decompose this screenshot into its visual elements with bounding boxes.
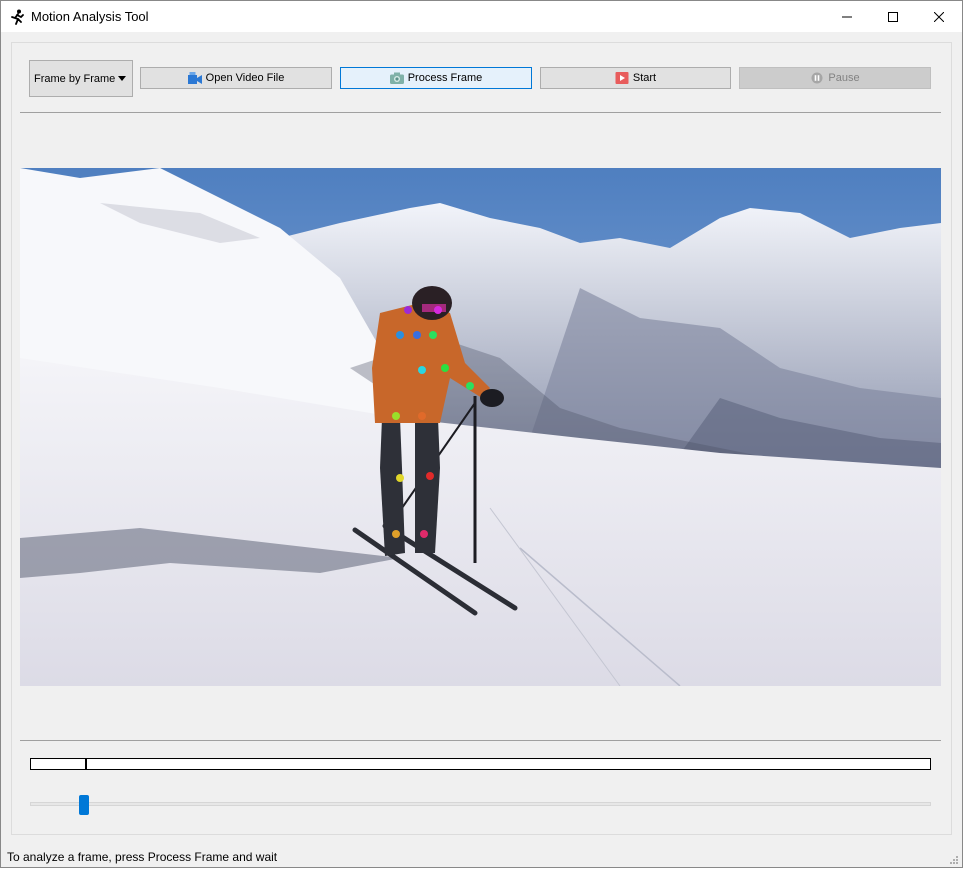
video-frame-image xyxy=(20,168,941,686)
window-title: Motion Analysis Tool xyxy=(31,9,149,24)
video-frame xyxy=(20,168,941,686)
process-frame-button[interactable]: Process Frame xyxy=(340,67,532,89)
maximize-button[interactable] xyxy=(870,1,916,32)
status-bar-text: To analyze a frame, press Process Frame … xyxy=(7,850,278,864)
open-video-button[interactable]: Open Video File xyxy=(140,67,332,89)
mode-select-value: Frame by Frame xyxy=(34,72,116,85)
chevron-down-icon xyxy=(118,76,126,81)
process-frame-label: Process Frame xyxy=(407,72,483,84)
play-icon xyxy=(615,72,629,84)
minimize-button[interactable] xyxy=(824,1,870,32)
frame-slider-thumb[interactable] xyxy=(79,795,90,815)
start-label: Start xyxy=(632,72,657,84)
camera-icon xyxy=(389,72,404,84)
title-bar[interactable]: Motion Analysis Tool xyxy=(1,1,962,32)
close-button[interactable] xyxy=(916,1,962,32)
minimize-icon xyxy=(842,16,852,17)
frame-slider-track[interactable] xyxy=(30,802,931,806)
open-video-label: Open Video File xyxy=(205,72,285,84)
toolbar-divider xyxy=(20,112,941,113)
resize-grip-icon[interactable] xyxy=(949,855,959,865)
video-divider xyxy=(20,740,941,741)
frame-progress-bar[interactable] xyxy=(30,758,931,770)
progress-marker xyxy=(84,759,87,769)
video-file-icon xyxy=(187,72,202,84)
pause-icon xyxy=(811,72,823,84)
close-icon xyxy=(934,11,944,22)
mode-select[interactable]: Frame by Frame xyxy=(29,60,133,97)
maximize-icon xyxy=(888,11,898,22)
start-button[interactable]: Start xyxy=(540,67,731,89)
pause-button[interactable]: Pause xyxy=(739,67,931,89)
runner-icon xyxy=(11,9,24,25)
pause-label: Pause xyxy=(828,72,860,84)
